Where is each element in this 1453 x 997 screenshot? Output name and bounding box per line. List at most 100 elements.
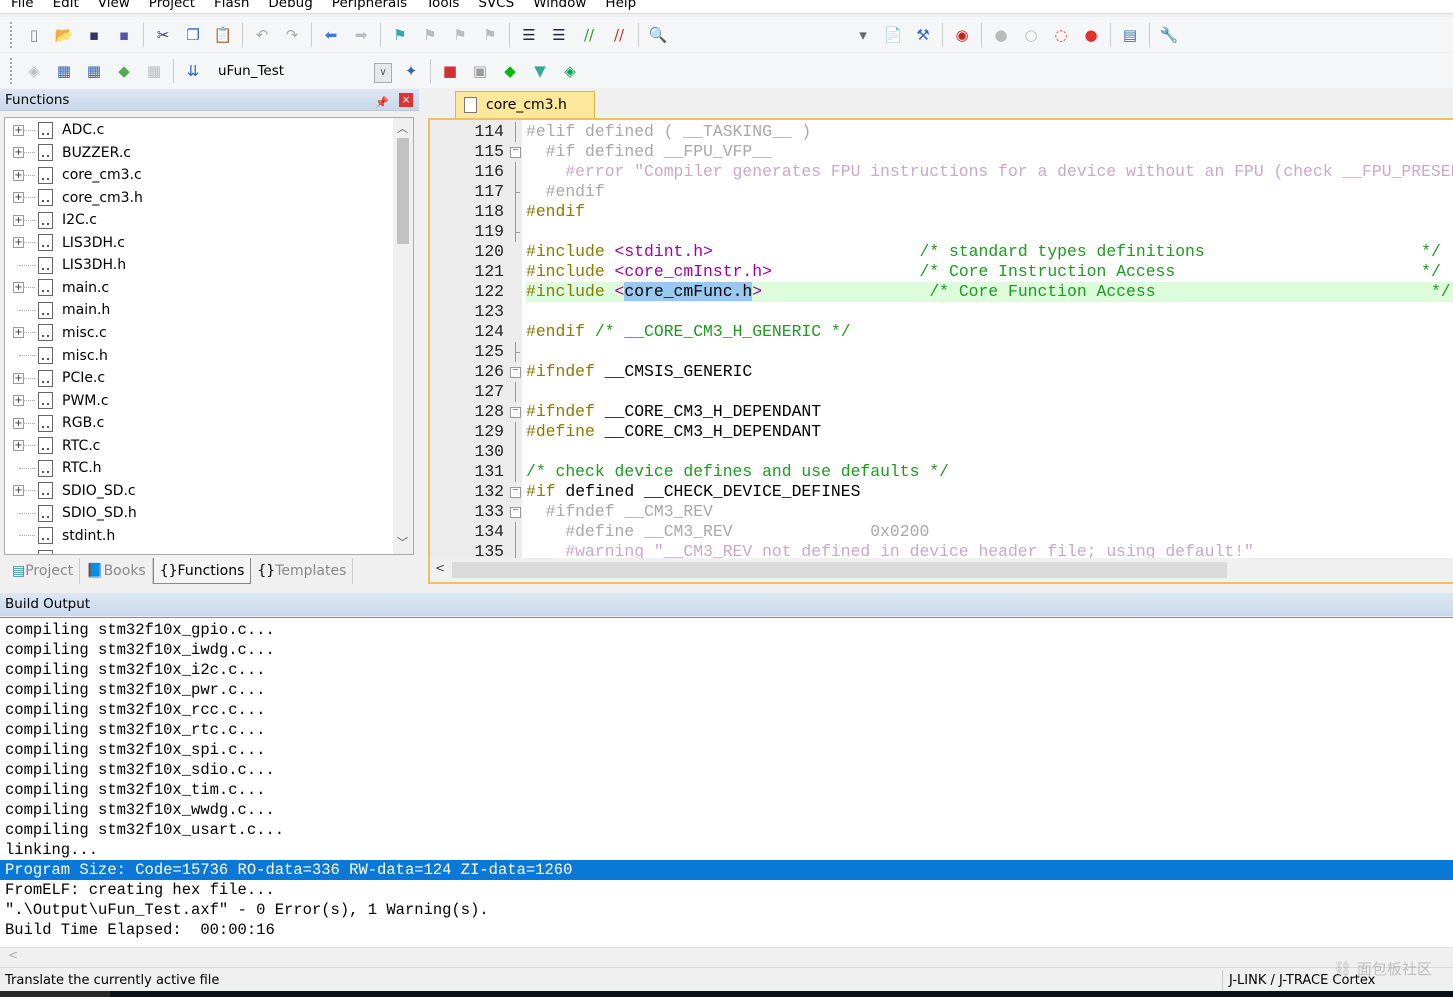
event-recorder-icon[interactable]: ▼: [529, 60, 551, 82]
output-line[interactable]: compiling stm32f10x_usart.c...: [0, 820, 1453, 840]
menu-tools[interactable]: Tools: [426, 0, 459, 11]
menu-help[interactable]: Help: [605, 0, 636, 11]
tab-books[interactable]: 📘 Books: [80, 558, 153, 584]
clear-bookmarks-icon[interactable]: ⚑: [479, 24, 501, 46]
expand-icon[interactable]: +: [13, 147, 24, 159]
prev-bookmark-icon[interactable]: ⚑: [419, 24, 441, 46]
find-in-files-icon[interactable]: 🔍: [647, 24, 669, 46]
navigate-forward-icon[interactable]: ➡: [350, 24, 372, 46]
tree-item[interactable]: + SDIO_SD.c: [5, 480, 393, 502]
menu-file[interactable]: File: [11, 0, 34, 11]
unindent-icon[interactable]: ☰: [548, 24, 570, 46]
scroll-left-icon[interactable]: <: [435, 561, 445, 575]
build-icon[interactable]: ▦: [53, 60, 75, 82]
target-options-icon[interactable]: ✦: [400, 60, 422, 82]
stop-build-icon[interactable]: ▦: [143, 60, 165, 82]
output-line[interactable]: FromELF: creating hex file...: [0, 880, 1453, 900]
tab-core-cm3-h[interactable]: core_cm3.h: [455, 91, 595, 118]
expand-icon[interactable]: +: [13, 372, 24, 384]
translate-icon[interactable]: ◈: [23, 60, 45, 82]
kill-all-breakpoints-icon[interactable]: ●: [1080, 24, 1102, 46]
expand-icon[interactable]: +: [13, 327, 24, 339]
output-line[interactable]: compiling stm32f10x_spi.c...: [0, 740, 1453, 760]
output-line[interactable]: compiling stm32f10x_iwdg.c...: [0, 640, 1453, 660]
close-panel-button[interactable]: ×: [399, 93, 413, 107]
debug-session-icon[interactable]: ◉: [951, 24, 973, 46]
tree-scrollbar[interactable]: ︿ ﹀: [393, 118, 413, 554]
expand-icon[interactable]: +: [13, 192, 24, 204]
tree-item[interactable]: + ADC.c: [5, 119, 393, 141]
select-packs-icon[interactable]: ▣: [469, 60, 491, 82]
run-time-environment-icon[interactable]: ◈: [559, 60, 581, 82]
expand-icon[interactable]: +: [13, 485, 24, 497]
tree-item[interactable]: + misc.c: [5, 322, 393, 344]
toolbar-grip[interactable]: [10, 21, 13, 48]
build-output[interactable]: compiling stm32f10x_gpio.c... compiling s…: [0, 617, 1453, 947]
menu-svcs[interactable]: SVCS: [478, 0, 514, 11]
disable-all-breakpoints-icon[interactable]: ◌: [1050, 24, 1072, 46]
menu-project[interactable]: Project: [149, 0, 195, 11]
tab-functions[interactable]: {} Functions: [152, 558, 252, 584]
tab-templates[interactable]: {} Templates: [251, 558, 354, 584]
tree-item[interactable]: + core_cm3.c: [5, 164, 393, 186]
rebuild-icon[interactable]: ▦: [83, 60, 105, 82]
output-line[interactable]: compiling stm32f10x_pwr.c...: [0, 680, 1453, 700]
tree-item[interactable]: + main.c: [5, 277, 393, 299]
expand-icon[interactable]: +: [13, 395, 24, 407]
download-icon[interactable]: ⇊: [182, 60, 204, 82]
tree-item[interactable]: + BUZZER.c: [5, 142, 393, 164]
output-line[interactable]: compiling stm32f10x_tim.c...: [0, 780, 1453, 800]
tree-item[interactable]: + core_cm3.h: [5, 187, 393, 209]
tree-item[interactable]: + I2C.c: [5, 209, 393, 231]
target-select[interactable]: uFun_Test ∨: [212, 59, 392, 83]
breakpoint-disabled-icon[interactable]: ○: [1020, 24, 1042, 46]
comment-icon[interactable]: //: [578, 24, 600, 46]
output-line[interactable]: Build Time Elapsed: 00:00:16: [0, 920, 1453, 940]
find-references-icon[interactable]: ⚒: [912, 24, 934, 46]
chevron-down-icon[interactable]: ∨: [374, 62, 392, 83]
output-line[interactable]: linking...: [0, 840, 1453, 860]
expand-icon[interactable]: +: [13, 124, 24, 136]
editor-hscrollbar[interactable]: <: [430, 558, 1453, 582]
output-line[interactable]: Program Size: Code=15736 RO-data=336 RW-…: [0, 860, 1453, 880]
expand-icon[interactable]: +: [13, 169, 24, 181]
tree-item[interactable]: stdint.h: [5, 525, 393, 547]
tree-item[interactable]: main.h: [5, 299, 393, 321]
incremental-find-icon[interactable]: 📄: [882, 24, 904, 46]
configure-icon[interactable]: 🔧: [1158, 24, 1180, 46]
output-line[interactable]: compiling stm32f10x_sdio.c...: [0, 760, 1453, 780]
new-file-icon[interactable]: ▯: [23, 24, 45, 46]
tree-item[interactable]: + RTC.c: [5, 435, 393, 457]
cut-icon[interactable]: ✂: [152, 24, 174, 46]
build-output-hscrollbar[interactable]: <: [0, 947, 1453, 965]
manage-components-icon[interactable]: ■: [439, 60, 461, 82]
expand-icon[interactable]: +: [13, 237, 24, 249]
output-line[interactable]: compiling stm32f10x_rcc.c...: [0, 700, 1453, 720]
tree-item[interactable]: + PWM.c: [5, 390, 393, 412]
save-all-icon[interactable]: ▪: [113, 24, 135, 46]
undo-icon[interactable]: ↶: [251, 24, 273, 46]
expand-icon[interactable]: +: [13, 214, 24, 226]
output-line[interactable]: compiling stm32f10x_rtc.c...: [0, 720, 1453, 740]
menu-peripherals[interactable]: Peripherals: [332, 0, 407, 11]
find-dropdown-icon[interactable]: ▾: [852, 24, 874, 46]
batch-build-icon[interactable]: ◆: [113, 60, 135, 82]
scroll-thumb[interactable]: [452, 562, 1227, 578]
fold-collapse-icon[interactable]: −: [510, 367, 521, 378]
menu-flash[interactable]: Flash: [214, 0, 249, 11]
tree-item[interactable]: LIS3DH.h: [5, 254, 393, 276]
code-view[interactable]: 114 #elif defined ( __TASKING__ ) 115− #if…: [428, 118, 1453, 584]
paste-icon[interactable]: 📋: [212, 24, 234, 46]
fold-collapse-icon[interactable]: −: [510, 147, 521, 158]
menu-view[interactable]: View: [98, 0, 130, 11]
window-layout-icon[interactable]: ▤: [1119, 24, 1141, 46]
tab-project[interactable]: ▤ Project: [6, 558, 81, 584]
bookmark-icon[interactable]: ⚑: [389, 24, 411, 46]
tree-item[interactable]: RTC.h: [5, 457, 393, 479]
tree-item[interactable]: + PCIe.c: [5, 367, 393, 389]
pin-icon[interactable]: 📌: [375, 92, 389, 114]
redo-icon[interactable]: ↷: [281, 24, 303, 46]
output-line[interactable]: ".\Output\uFun_Test.axf" - 0 Error(s), 1…: [0, 900, 1453, 920]
breakpoint-icon[interactable]: ●: [990, 24, 1012, 46]
next-bookmark-icon[interactable]: ⚑: [449, 24, 471, 46]
